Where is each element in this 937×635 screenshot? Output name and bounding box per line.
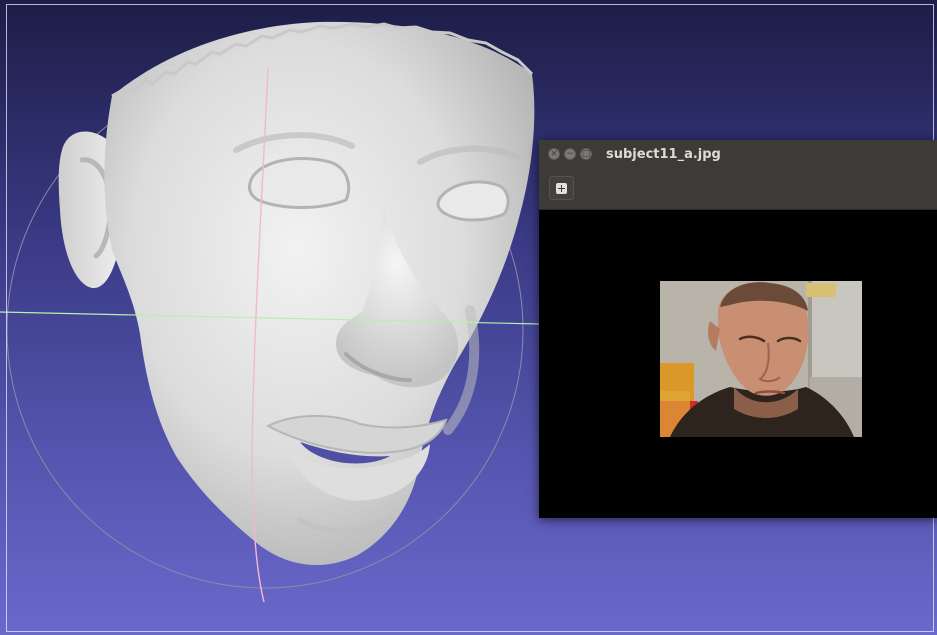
subject-photo (660, 281, 862, 437)
left-eye-mesh (248, 157, 351, 209)
minimize-icon[interactable]: − (564, 148, 576, 160)
maximize-icon[interactable]: □ (580, 148, 592, 160)
window-titlebar[interactable]: × − □ subject11_a.jpg (539, 140, 937, 168)
zoom-in-button[interactable] (549, 176, 574, 200)
window-title: subject11_a.jpg (606, 146, 721, 162)
image-viewer-window[interactable]: × − □ subject11_a.jpg (539, 140, 937, 518)
image-canvas[interactable] (539, 210, 937, 518)
window-toolbar (539, 168, 937, 210)
close-icon[interactable]: × (548, 148, 560, 160)
plus-square-icon (556, 182, 567, 194)
